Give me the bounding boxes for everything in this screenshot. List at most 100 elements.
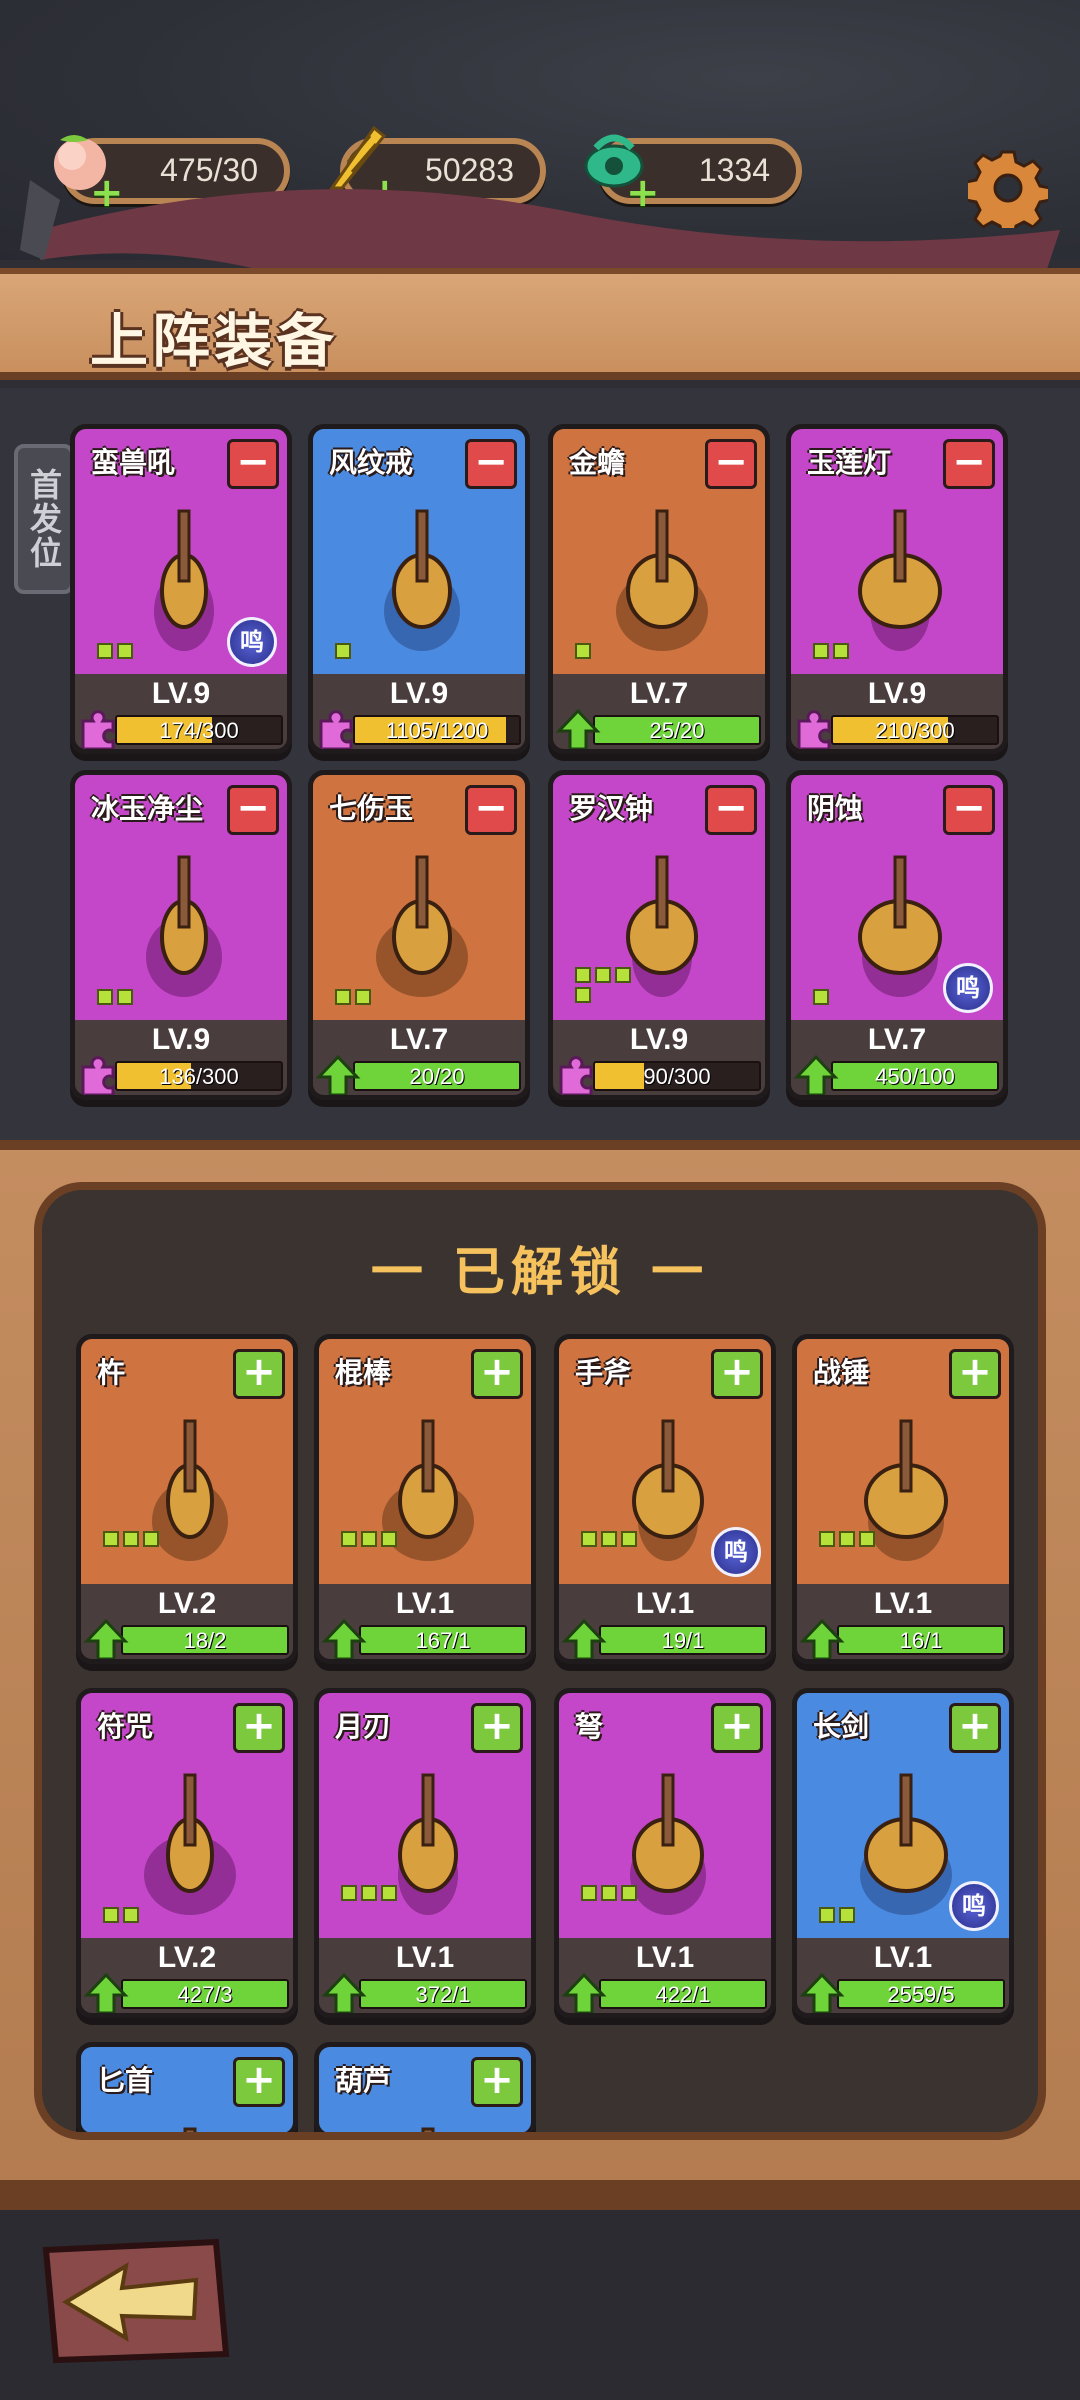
progress-bar: 422/1 (599, 1979, 767, 2009)
resonance-badge: 鸣 (227, 617, 277, 667)
item-name: 杵 (97, 1356, 126, 1389)
upgrade-arrow-icon (315, 1054, 361, 1095)
item-card-105[interactable]: 符咒 + LV.2 427/3 (76, 1688, 298, 2018)
item-card-104[interactable]: 战锤 + LV.1 16/1 (792, 1334, 1014, 1664)
progress-bar: 19/1 (599, 1625, 767, 1655)
slot-pip (123, 1531, 139, 1547)
progress-bar: 18/2 (121, 1625, 289, 1655)
puzzle-piece-icon (81, 710, 115, 749)
back-button[interactable] (36, 2236, 232, 2366)
item-level: LV.9 (867, 677, 927, 710)
equip-button[interactable]: + (471, 2057, 523, 2107)
progress-bar: 372/1 (359, 1979, 527, 2009)
unequip-button[interactable]: − (227, 785, 279, 835)
slot-pip (103, 1531, 119, 1547)
slot-pip (355, 989, 371, 1005)
item-card-106[interactable]: 月刃 + LV.1 372/1 (314, 1688, 536, 2018)
progress-bar: 90/300 (593, 1061, 761, 1091)
item-card-5[interactable]: 冰玉净尘 − LV.9 136/300 (70, 770, 292, 1100)
item-name: 金蟾 (569, 446, 626, 479)
unequip-button[interactable]: − (465, 785, 517, 835)
slot-pips (575, 967, 631, 1003)
unlocked-title: 一 已解锁 一 (370, 1243, 710, 1303)
item-art (858, 509, 942, 651)
item-level: LV.1 (395, 1941, 455, 1974)
slot-pips (335, 643, 391, 659)
item-name: 匕首 (97, 2064, 154, 2097)
item-card-1[interactable]: 蛮兽吼 − 鸣 LV.9 174/300 (70, 424, 292, 754)
slot-pips (581, 1885, 637, 1901)
unequip-button[interactable]: − (943, 439, 995, 489)
item-card-103[interactable]: 手斧 + 鸣 LV.1 19/1 (554, 1334, 776, 1664)
progress-bar: 210/300 (831, 715, 999, 745)
item-name: 符咒 (97, 1710, 154, 1743)
item-card-108[interactable]: 长剑 + 鸣 LV.1 2559/5 (792, 1688, 1014, 2018)
slot-pip (601, 1531, 617, 1547)
progress-text: 2559/5 (887, 1982, 955, 2007)
slot-pip (615, 967, 631, 983)
upgrade-arrow-icon (83, 1972, 129, 2013)
slot-pip (123, 1907, 139, 1923)
item-art (146, 855, 222, 997)
unequip-button[interactable]: − (465, 439, 517, 489)
slot-pip (97, 989, 113, 1005)
wood-bottom-edge (0, 2180, 1080, 2210)
item-card-4[interactable]: 玉莲灯 − LV.9 210/300 (786, 424, 1008, 754)
equip-button[interactable]: + (949, 1703, 1001, 1753)
item-card-6[interactable]: 七伤玉 − LV.7 20/20 (308, 770, 530, 1100)
unequip-button[interactable]: − (705, 785, 757, 835)
upgrade-arrow-icon (83, 1618, 129, 1659)
item-art (382, 1419, 474, 1561)
item-level: LV.9 (151, 1023, 211, 1056)
unlocked-panel: 一 已解锁 一 杵 + LV.2 18/2 棍棒 + LV.1 167/1 手斧 + 鸣 LV.1 19… (34, 1182, 1046, 2140)
unequip-button[interactable]: − (227, 439, 279, 489)
progress-bar: 20/20 (353, 1061, 521, 1091)
slot-pip (621, 1531, 637, 1547)
starting-position-tab[interactable]: 首发位 (14, 444, 74, 594)
item-card-107[interactable]: 弩 + LV.1 422/1 (554, 1688, 776, 2018)
progress-bar: 16/1 (837, 1625, 1005, 1655)
slot-pips (341, 1885, 397, 1901)
slot-pip (581, 1531, 597, 1547)
equip-button[interactable]: + (949, 1349, 1001, 1399)
equip-button[interactable]: + (233, 1349, 285, 1399)
item-card-109[interactable]: 匕首 + (76, 2042, 298, 2132)
progress-text: 210/300 (875, 718, 955, 743)
slot-pip (361, 1885, 377, 1901)
resonance-badge: 鸣 (949, 1881, 999, 1931)
equip-button[interactable]: + (233, 1703, 285, 1753)
slot-pip (361, 1531, 377, 1547)
equip-button[interactable]: + (711, 1349, 763, 1399)
item-card-110[interactable]: 葫芦 + (314, 2042, 536, 2132)
slot-pips (575, 643, 631, 659)
progress-text: 427/3 (177, 1982, 233, 2007)
item-card-8[interactable]: 阴蚀 − 鸣 LV.7 450/100 (786, 770, 1008, 1100)
equip-button[interactable]: + (233, 2057, 285, 2107)
slot-pips (97, 989, 153, 1005)
item-level: LV.1 (873, 1587, 933, 1620)
item-level: LV.7 (389, 1023, 449, 1056)
equip-button[interactable]: + (471, 1349, 523, 1399)
equip-button[interactable]: + (711, 1703, 763, 1753)
slot-pip (833, 643, 849, 659)
item-card-7[interactable]: 罗汉钟 − LV.9 90/300 (548, 770, 770, 1100)
upgrade-arrow-icon (799, 1972, 845, 2013)
item-level: LV.1 (635, 1587, 695, 1620)
item-level: LV.9 (389, 677, 449, 710)
item-name: 月刃 (335, 1710, 392, 1743)
item-card-3[interactable]: 金蟾 − LV.7 25/20 (548, 424, 770, 754)
unequip-button[interactable]: − (943, 785, 995, 835)
item-card-2[interactable]: 风纹戒 − LV.9 1105/1200 (308, 424, 530, 754)
unequip-button[interactable]: − (705, 439, 757, 489)
slot-pips (813, 643, 869, 659)
slot-pip (813, 643, 829, 659)
item-card-102[interactable]: 棍棒 + LV.1 167/1 (314, 1334, 536, 1664)
item-name: 罗汉钟 (569, 792, 654, 825)
slot-pip (595, 967, 611, 983)
slot-pip (581, 1885, 597, 1901)
item-card-101[interactable]: 杵 + LV.2 18/2 (76, 1334, 298, 1664)
equip-button[interactable]: + (471, 1703, 523, 1753)
resonance-badge: 鸣 (711, 1527, 761, 1577)
upgrade-arrow-icon (321, 1972, 367, 2013)
upgrade-arrow-icon (799, 1618, 845, 1659)
